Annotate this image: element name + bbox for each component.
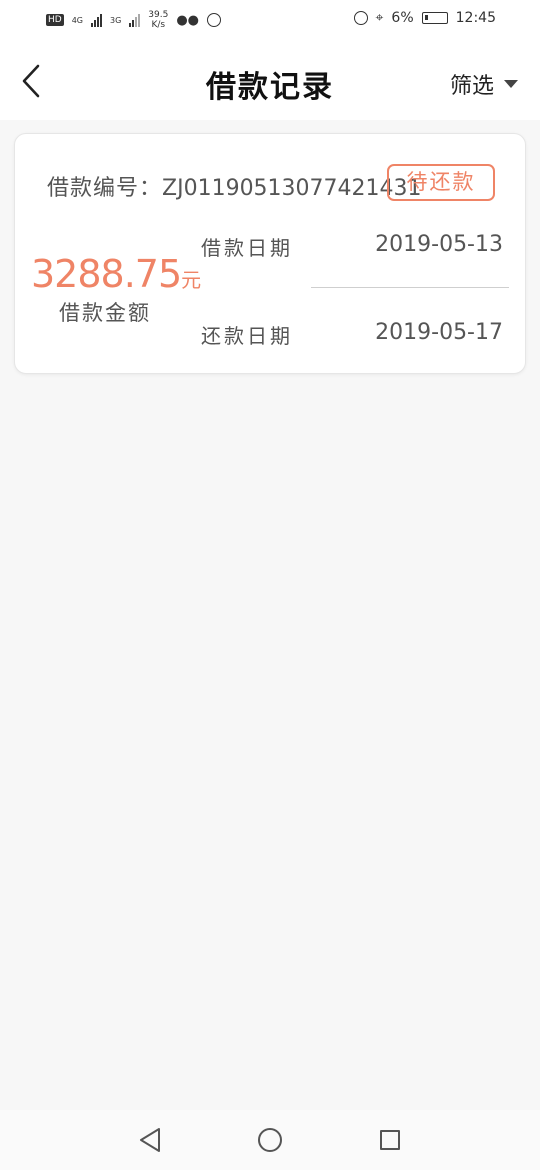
net-speed: 39.5 K/s [148, 10, 168, 30]
signal-icon-2 [129, 13, 141, 27]
loan-record-card[interactable]: 借款编号：ZJ01190513077421431 待还款 3288.75元 借款… [14, 133, 526, 374]
loan-amount-unit: 元 [181, 268, 202, 292]
repay-date-value: 2019-05-17 [375, 320, 503, 345]
system-nav-bar [0, 1110, 540, 1170]
clock-time: 12:45 [455, 10, 496, 26]
date-divider [311, 287, 509, 288]
status-left: HD 4G 3G 39.5 K/s ●● [46, 10, 222, 30]
net-speed-value: 39.5 [148, 10, 169, 20]
network-3g-label: 3G [110, 15, 122, 25]
alarm-icon [353, 11, 368, 25]
nav-recent-apps-icon[interactable] [380, 1130, 400, 1150]
filter-button[interactable]: 筛选 [450, 68, 518, 100]
status-bar: HD 4G 3G 39.5 K/s ●● ⌖ 6% 12:45 [0, 0, 540, 42]
status-badge: 待还款 [387, 164, 495, 201]
loan-number: 借款编号：ZJ01190513077421431 [47, 170, 422, 202]
app-notification-icon [207, 13, 222, 27]
app-bar: 借款记录 筛选 [0, 42, 540, 120]
loan-amount: 3288.75元 [31, 252, 201, 296]
repay-date-label: 还款日期 [201, 324, 293, 348]
dropdown-triangle-icon [504, 80, 518, 88]
wechat-icon: ●● [176, 12, 200, 28]
net-speed-unit: K/s [151, 20, 166, 30]
battery-icon [421, 12, 448, 24]
loan-amount-label: 借款金额 [59, 301, 151, 325]
hd-badge: HD [46, 14, 64, 26]
loan-date-label: 借款日期 [201, 236, 293, 260]
filter-label: 筛选 [449, 74, 494, 99]
battery-percent: 6% [391, 10, 414, 26]
loan-amount-value: 3288.75 [31, 252, 182, 296]
signal-icon [91, 13, 102, 27]
content-area: 借款编号：ZJ01190513077421431 待还款 3288.75元 借款… [0, 120, 540, 1110]
location-icon: ⌖ [375, 10, 384, 26]
nav-home-icon[interactable] [258, 1128, 282, 1152]
nav-back-icon[interactable] [138, 1127, 162, 1153]
status-right: ⌖ 6% 12:45 [353, 10, 496, 26]
loan-number-label: 借款编号： [47, 176, 163, 201]
loan-number-value: ZJ01190513077421431 [162, 176, 422, 201]
loan-date-value: 2019-05-13 [375, 232, 503, 257]
network-4g-label: 4G [71, 15, 83, 25]
